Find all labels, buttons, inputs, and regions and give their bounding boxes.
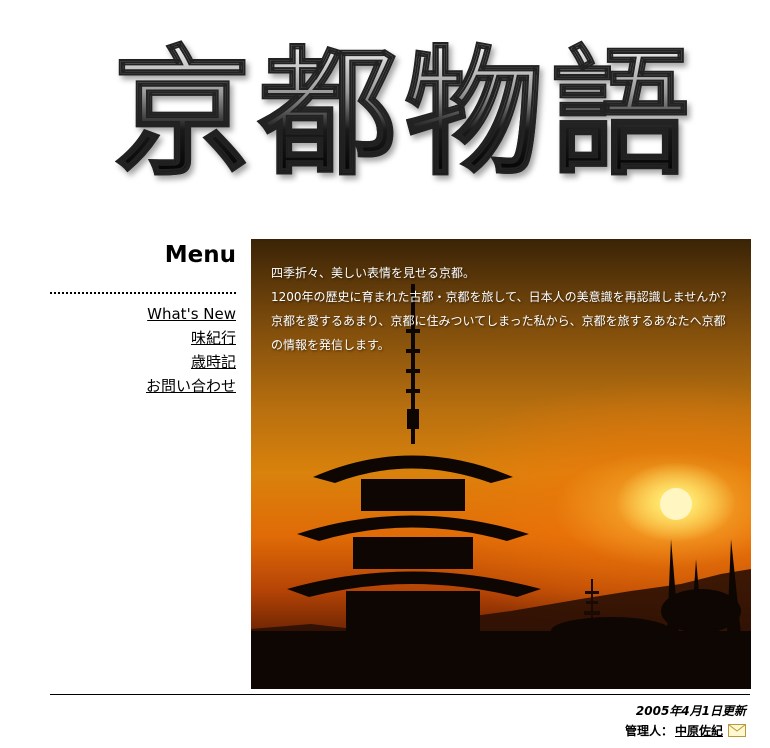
site-title: 京都物語 bbox=[112, 31, 697, 194]
sun bbox=[660, 488, 692, 520]
footer-divider bbox=[50, 694, 750, 695]
menu-item-whats-new: What's New bbox=[50, 302, 236, 326]
menu-item-aji-kikou: 味紀行 bbox=[50, 326, 236, 350]
menu-item-contact: お問い合わせ bbox=[50, 374, 236, 398]
menu-divider bbox=[50, 292, 236, 294]
admin-label: 管理人： bbox=[624, 724, 673, 738]
mail-icon[interactable] bbox=[728, 724, 746, 737]
menu-link-aji-kikou[interactable]: 味紀行 bbox=[191, 329, 236, 347]
hero-image: 四季折々、美しい表情を見せる京都。 1200年の歴史に育まれた古都・京都を旅して… bbox=[251, 239, 751, 689]
intro-line: 1200年の歴史に育まれた古都・京都を旅して、日本人の美意識を再認識しませんか？ bbox=[271, 290, 733, 304]
last-updated: 2005年4月1日更新 bbox=[635, 704, 746, 718]
page: 京都物語 Menu What's New 味紀行 歳時記 お問い合わせ 四季折々… bbox=[0, 0, 770, 748]
site-banner: 京都物語 bbox=[60, 18, 750, 208]
menu-link-contact[interactable]: お問い合わせ bbox=[146, 377, 236, 395]
menu-item-saijiki: 歳時記 bbox=[50, 350, 236, 374]
menu-heading: Menu bbox=[164, 242, 236, 268]
menu-link-saijiki[interactable]: 歳時記 bbox=[191, 353, 236, 371]
menu-list: What's New 味紀行 歳時記 お問い合わせ bbox=[50, 302, 236, 398]
admin-info: 管理人： 中原佐紀 bbox=[625, 722, 746, 739]
admin-name-link[interactable]: 中原佐紀 bbox=[675, 722, 723, 739]
intro-text: 四季折々、美しい表情を見せる京都。 1200年の歴史に育まれた古都・京都を旅して… bbox=[271, 261, 733, 357]
intro-line: 四季折々、美しい表情を見せる京都。 bbox=[271, 266, 476, 280]
intro-line: 京都を愛するあまり、京都に住みついてしまった私から、京都を旅するあなたへ京都の情… bbox=[271, 314, 726, 352]
side-menu: Menu What's New 味紀行 歳時記 お問い合わせ bbox=[50, 238, 236, 398]
menu-link-whats-new[interactable]: What's New bbox=[147, 305, 236, 323]
